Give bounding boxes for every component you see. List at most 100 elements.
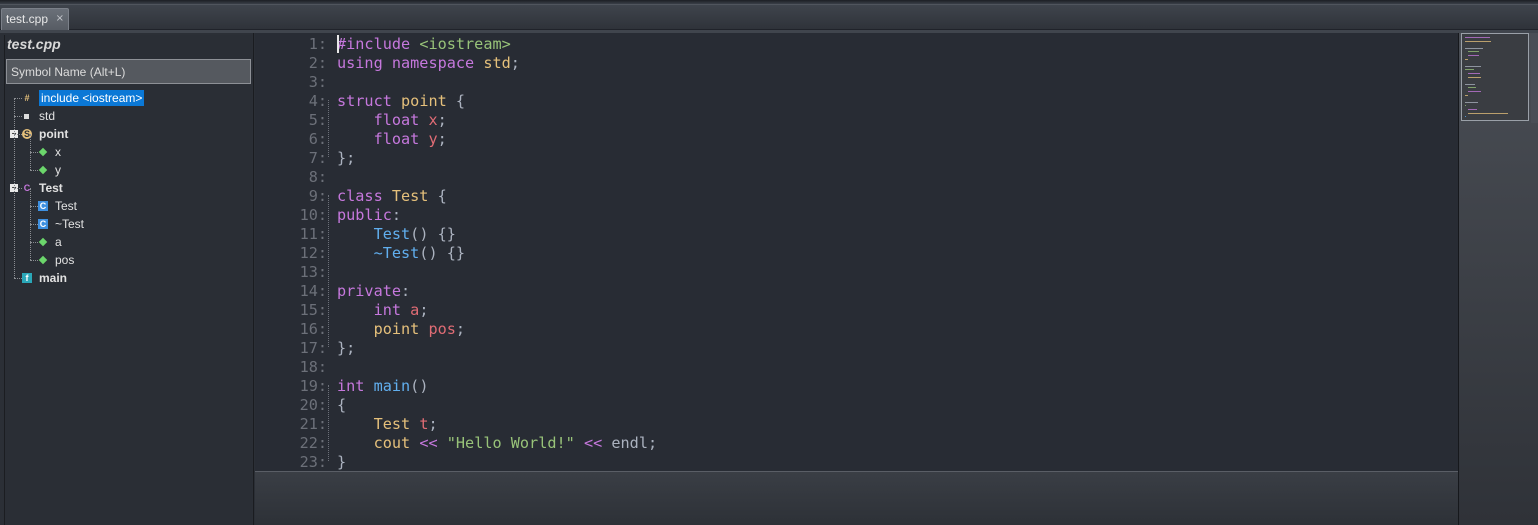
code-line[interactable]: }; [337, 149, 355, 168]
line-number: 11: [299, 225, 327, 243]
minimap-line [1468, 55, 1479, 56]
minimap-line [1468, 109, 1478, 110]
tree-item-label: a [55, 235, 62, 249]
code-line[interactable]: class Test { [337, 187, 447, 206]
line-number: 19: [299, 377, 327, 395]
close-icon[interactable]: × [56, 9, 64, 29]
minimap-line [1465, 40, 1491, 42]
tree-item[interactable]: y [0, 162, 250, 178]
line-number: 18: [299, 358, 327, 376]
code-line[interactable]: int a; [337, 301, 429, 320]
tree-item[interactable]: C Test [0, 198, 250, 214]
code-line[interactable]: struct point { [337, 92, 465, 111]
field-icon [38, 147, 48, 157]
code-line[interactable]: using namespace std; [337, 54, 520, 73]
code-line[interactable]: ~Test() {} [337, 244, 466, 263]
field-icon [38, 255, 48, 265]
minimap-line [1465, 58, 1468, 60]
tree-connector [30, 206, 38, 207]
tree-connector [14, 188, 22, 189]
minimap[interactable] [1458, 33, 1538, 525]
minimap-line [1465, 65, 1481, 67]
minimap-line [1468, 76, 1482, 78]
tree-item[interactable]: pos [0, 252, 250, 268]
minimap-line [1465, 69, 1475, 71]
code-editor[interactable]: 1: 2: 3: 4: 5: 6: 7: 8: 9: 10: 11: 12: 13: 14: 15: 16: 1… [255, 33, 1458, 471]
namespace-icon [24, 114, 29, 119]
minimap-line [1468, 51, 1479, 53]
line-number: 3: [308, 73, 327, 91]
tree-item[interactable]: C ~Test [0, 216, 250, 232]
code-line[interactable]: } [337, 453, 346, 472]
code-line[interactable]: private: [337, 282, 410, 301]
tree-item[interactable]: f main [0, 270, 250, 286]
tree-item[interactable]: # include <iostream> [0, 90, 250, 106]
minimap-line [1465, 47, 1484, 49]
tree-item[interactable]: a [0, 234, 250, 250]
code-line[interactable]: cout << "Hello World!" << endl; [337, 434, 658, 453]
tree-item[interactable]: − C Test [0, 180, 250, 196]
code-line[interactable]: }; [337, 339, 355, 358]
tree-item-label: include <iostream> [39, 90, 145, 106]
minimap-line [1468, 112, 1509, 114]
panel-title: test.cpp [7, 36, 61, 52]
line-number: 14: [299, 282, 327, 300]
function-icon: f [22, 273, 32, 283]
minimap-viewport[interactable] [1461, 33, 1529, 121]
field-icon [38, 165, 48, 175]
method-icon: C [38, 201, 48, 211]
code-line[interactable]: point pos; [337, 320, 465, 339]
line-number: 6: [308, 130, 327, 148]
line-number: 22: [299, 434, 327, 452]
fold-guide [328, 385, 336, 461]
tree-connector [30, 224, 38, 225]
line-number: 4: [308, 92, 327, 110]
line-number: 23: [299, 453, 327, 471]
tree-item-label: main [39, 271, 68, 285]
code-line[interactable]: { [337, 396, 346, 415]
tree-item-label: y [55, 163, 61, 177]
output-pane [255, 471, 1458, 525]
code-line[interactable]: public: [337, 206, 401, 225]
tree-item-label: std [39, 109, 56, 123]
tree-item[interactable]: x [0, 144, 250, 160]
code-line[interactable]: Test() {} [337, 225, 456, 244]
line-number: 10: [299, 206, 327, 224]
minimap-line [1465, 83, 1476, 85]
line-number: 16: [299, 320, 327, 338]
minimap-line [1468, 91, 1482, 92]
symbol-search-input[interactable] [6, 59, 251, 84]
tree-item[interactable]: std [0, 108, 250, 124]
code-line[interactable]: float x; [337, 111, 447, 130]
field-icon [38, 237, 48, 247]
tree-connector [30, 152, 38, 153]
line-number: 7: [308, 149, 327, 167]
hash-icon: # [24, 93, 30, 103]
code-line[interactable]: Test t; [337, 415, 438, 434]
fold-guide [328, 100, 336, 157]
tree-connector [30, 170, 38, 171]
code-line[interactable]: #include <iostream> [337, 35, 511, 54]
fold-guide [328, 195, 336, 347]
text-cursor [337, 35, 339, 53]
minimap-line [1468, 73, 1480, 74]
tree-item[interactable]: − Spoint [0, 126, 250, 142]
tree-guide [30, 134, 31, 170]
code-line[interactable]: float y; [337, 130, 447, 149]
line-number: 17: [299, 339, 327, 357]
tree-guide [30, 188, 31, 260]
tree-item-label: ~Test [55, 217, 85, 231]
method-icon: C [38, 219, 48, 229]
code-line[interactable]: int main() [337, 377, 428, 396]
minimap-line [1465, 94, 1468, 96]
tree-item-label: Test [55, 199, 78, 213]
line-number: 2: [308, 54, 327, 72]
tree-connector [30, 260, 38, 261]
minimap-line [1465, 37, 1490, 38]
line-number: 5: [308, 111, 327, 129]
tree-connector [14, 278, 22, 279]
tab-test-cpp[interactable]: test.cpp × [1, 8, 69, 30]
tab-bar: test.cpp × [0, 5, 1538, 30]
minimap-line [1468, 87, 1476, 89]
minimap-scrollbar[interactable] [1531, 33, 1538, 123]
